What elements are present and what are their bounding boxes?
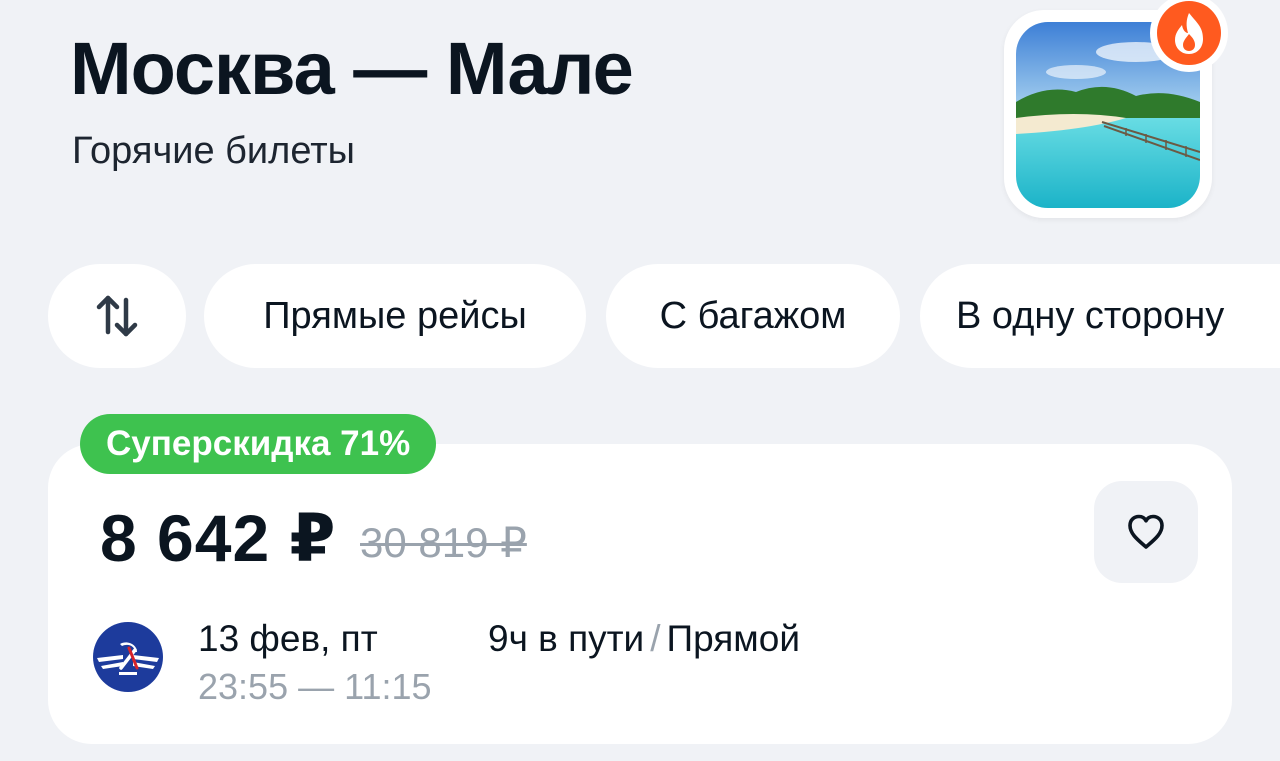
flight-time-range: 23:55 — 11:15	[198, 666, 432, 707]
info-separator: /	[650, 618, 661, 659]
old-price: 30 819 ₽	[360, 519, 527, 566]
filter-direct-flights[interactable]: Прямые рейсы	[204, 264, 586, 368]
fire-icon	[1175, 13, 1203, 54]
flight-duration: 9ч в пути	[488, 618, 645, 659]
flight-date: 13 фев, пт	[198, 618, 378, 659]
flight-duration-info: 9ч в пути / Прямой	[488, 618, 800, 660]
sort-button[interactable]	[48, 264, 186, 368]
heart-icon	[1128, 514, 1164, 549]
favorite-button[interactable]	[1094, 481, 1198, 583]
discount-badge: Суперскидка 71%	[80, 414, 437, 474]
page-subtitle: Горячие билеты	[72, 130, 355, 172]
ticket-price: 8 642 ₽	[100, 501, 337, 575]
filter-one-way[interactable]: В одну сторону	[920, 264, 1280, 368]
filter-chips: Прямые рейсы С багажом В одну сторону	[0, 264, 1280, 368]
hot-tickets-screen: Москва — Мале Горячие билеты Прямые рейс…	[0, 0, 1280, 761]
page-title: Москва — Мале	[70, 27, 634, 110]
sort-arrows-icon	[96, 295, 138, 337]
route-type: Прямой	[666, 618, 800, 659]
filter-with-baggage[interactable]: С багажом	[606, 264, 900, 368]
hot-badge	[1150, 0, 1228, 72]
aeroflot-logo	[93, 622, 163, 692]
